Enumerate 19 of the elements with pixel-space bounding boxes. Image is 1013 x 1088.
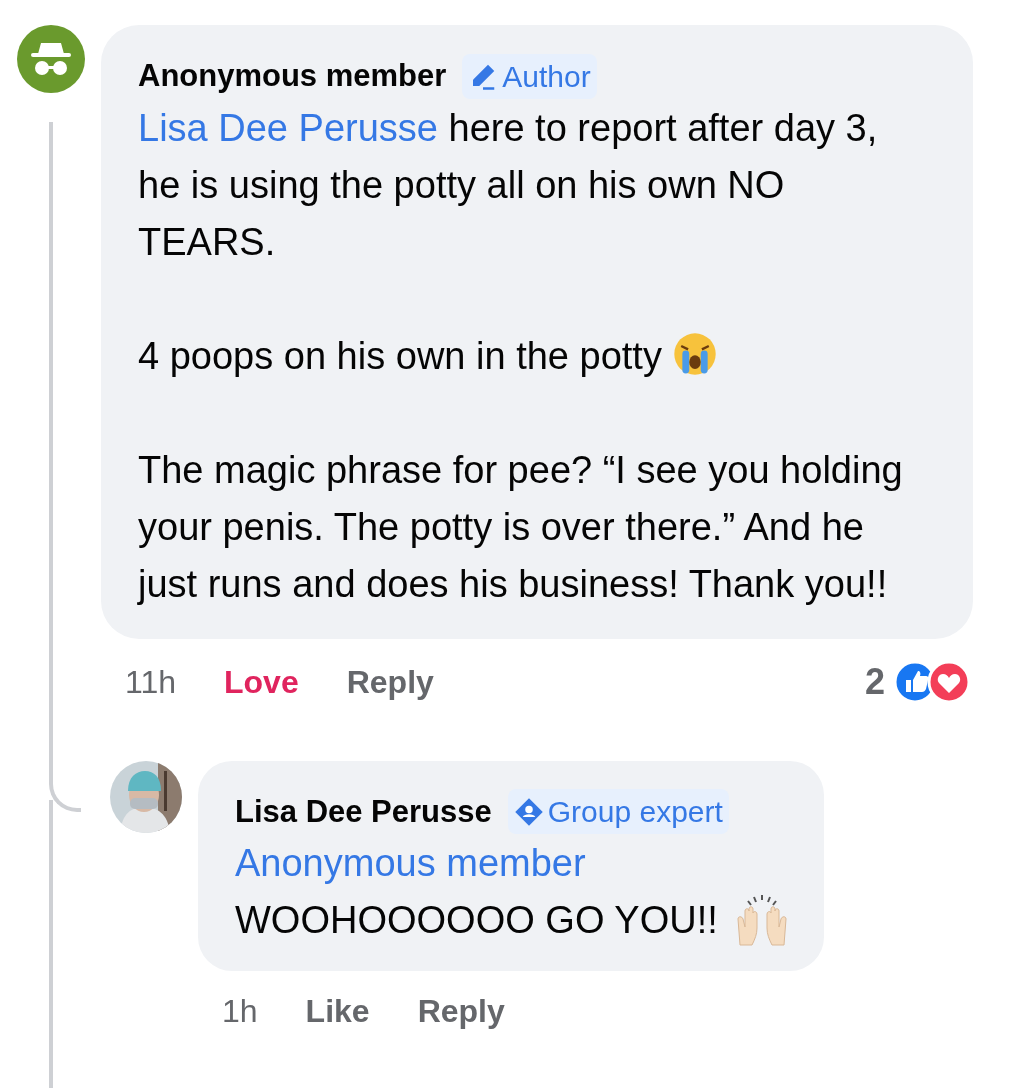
- like-button[interactable]: Like: [305, 987, 370, 1035]
- expert-badge: Group expert: [507, 789, 729, 835]
- reply-text: WOOHOOOOOO GO YOU!!: [235, 898, 718, 943]
- reaction-count: 2: [864, 659, 885, 704]
- mention-link[interactable]: Lisa Dee Perusse: [138, 106, 438, 149]
- author-name[interactable]: Lisa Dee Perusse: [235, 788, 492, 835]
- comment-text: The magic phrase for pee? “I see you holding your penis. The potty is over there.” And he just runs and does his business! Thank you!!: [138, 447, 904, 607]
- comment-text: Lisa Dee Perusse here to report after day 3, he is using the potty all on his own NO TEARS.: [138, 105, 879, 265]
- mention-link[interactable]: Anonymous member: [235, 835, 790, 892]
- reply-button[interactable]: Reply: [417, 987, 505, 1035]
- crying-face-icon: [672, 330, 719, 377]
- author-badge: Author: [462, 53, 597, 99]
- timestamp: 1h: [222, 992, 258, 1031]
- author-name[interactable]: Anonymous member: [138, 53, 447, 100]
- badge-icon: [513, 796, 544, 827]
- comment-text: 4 poops on his own in the potty: [138, 327, 939, 385]
- reply-button[interactable]: Reply: [346, 657, 434, 706]
- love-button[interactable]: Love: [224, 657, 299, 706]
- timestamp: 11h: [125, 662, 176, 702]
